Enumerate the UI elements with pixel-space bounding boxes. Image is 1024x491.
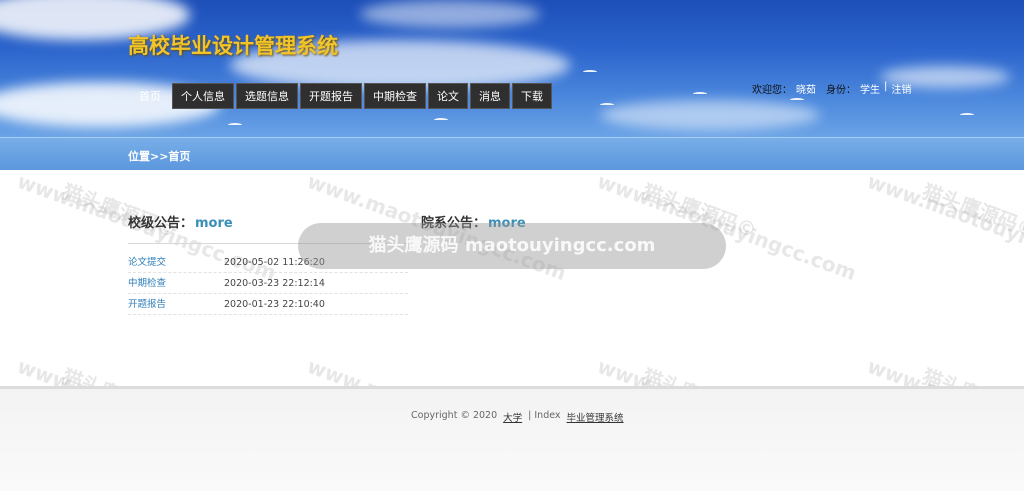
user-role: 学生 — [860, 85, 880, 96]
breadcrumb-bar: 位置>>首页 — [0, 137, 1024, 170]
list-item: 开题报告 2020-01-23 22:10:40 — [128, 294, 408, 315]
main-nav: 首页 个人信息 选题信息 开题报告 中期检查 论文 消息 下载 — [130, 83, 552, 109]
watermark-text-cn: 猫头鹰源码© — [919, 179, 1024, 243]
breadcrumb: 位置>>首页 — [128, 150, 191, 163]
nav-thesis[interactable]: 论文 — [428, 83, 468, 109]
nav-proposal-report[interactable]: 开题报告 — [300, 83, 362, 109]
footer-text: Copyright © 2020 大学 | Index 毕业管理系统 — [411, 410, 624, 424]
school-notice-title: 校级公告： — [128, 216, 194, 231]
notice-date: 2020-01-23 22:10:40 — [224, 299, 325, 310]
nav-personal-info[interactable]: 个人信息 — [172, 83, 234, 109]
notice-title-link[interactable]: 中期检查 — [128, 273, 224, 293]
identity-label: 身份： — [826, 85, 856, 96]
cloud-decoration — [600, 100, 820, 130]
nav-home[interactable]: 首页 — [130, 83, 170, 109]
footer-system-link[interactable]: 毕业管理系统 — [567, 410, 624, 424]
username: 晓茹 — [796, 85, 816, 96]
bird-decoration — [790, 98, 804, 102]
school-notice-more-link[interactable]: more — [195, 216, 233, 231]
list-item: 中期检查 2020-03-23 22:12:14 — [128, 273, 408, 294]
notice-title-link[interactable]: 开题报告 — [128, 294, 224, 314]
nav-messages[interactable]: 消息 — [470, 83, 510, 109]
nav-topic-info[interactable]: 选题信息 — [236, 83, 298, 109]
bird-decoration — [600, 103, 614, 107]
site-title: 高校毕业设计管理系统 — [128, 34, 338, 58]
bird-decoration — [434, 118, 448, 122]
footer-copyright: Copyright © 2020 — [411, 410, 498, 421]
notice-date: 2020-03-23 22:12:14 — [224, 278, 325, 289]
bird-decoration — [693, 92, 707, 96]
watermark-pill: 猫头鹰源码 maotouyingcc.com — [298, 223, 726, 269]
cloud-decoration — [360, 0, 540, 28]
logout-link[interactable]: 注销 — [891, 81, 911, 96]
watermark-text: www.maotouyingcc.com — [864, 168, 1024, 286]
welcome-label: 欢迎您： — [752, 85, 792, 96]
bird-decoration — [583, 70, 597, 74]
footer-index: | Index — [528, 410, 561, 421]
nav-midterm-check[interactable]: 中期检查 — [364, 83, 426, 109]
bird-decoration — [228, 123, 242, 127]
user-separator: | — [884, 81, 888, 92]
footer: Copyright © 2020 大学 | Index 毕业管理系统 — [0, 386, 1024, 491]
bird-decoration — [960, 113, 974, 117]
user-bar: 欢迎您： 晓茹 身份： 学生 | 注销 — [752, 81, 911, 96]
nav-download[interactable]: 下载 — [512, 83, 552, 109]
notice-title-link[interactable]: 论文提交 — [128, 252, 224, 272]
footer-university-link[interactable]: 大学 — [503, 410, 522, 424]
header-banner: 高校毕业设计管理系统 首页 个人信息 选题信息 开题报告 中期检查 论文 消息 … — [0, 0, 1024, 137]
